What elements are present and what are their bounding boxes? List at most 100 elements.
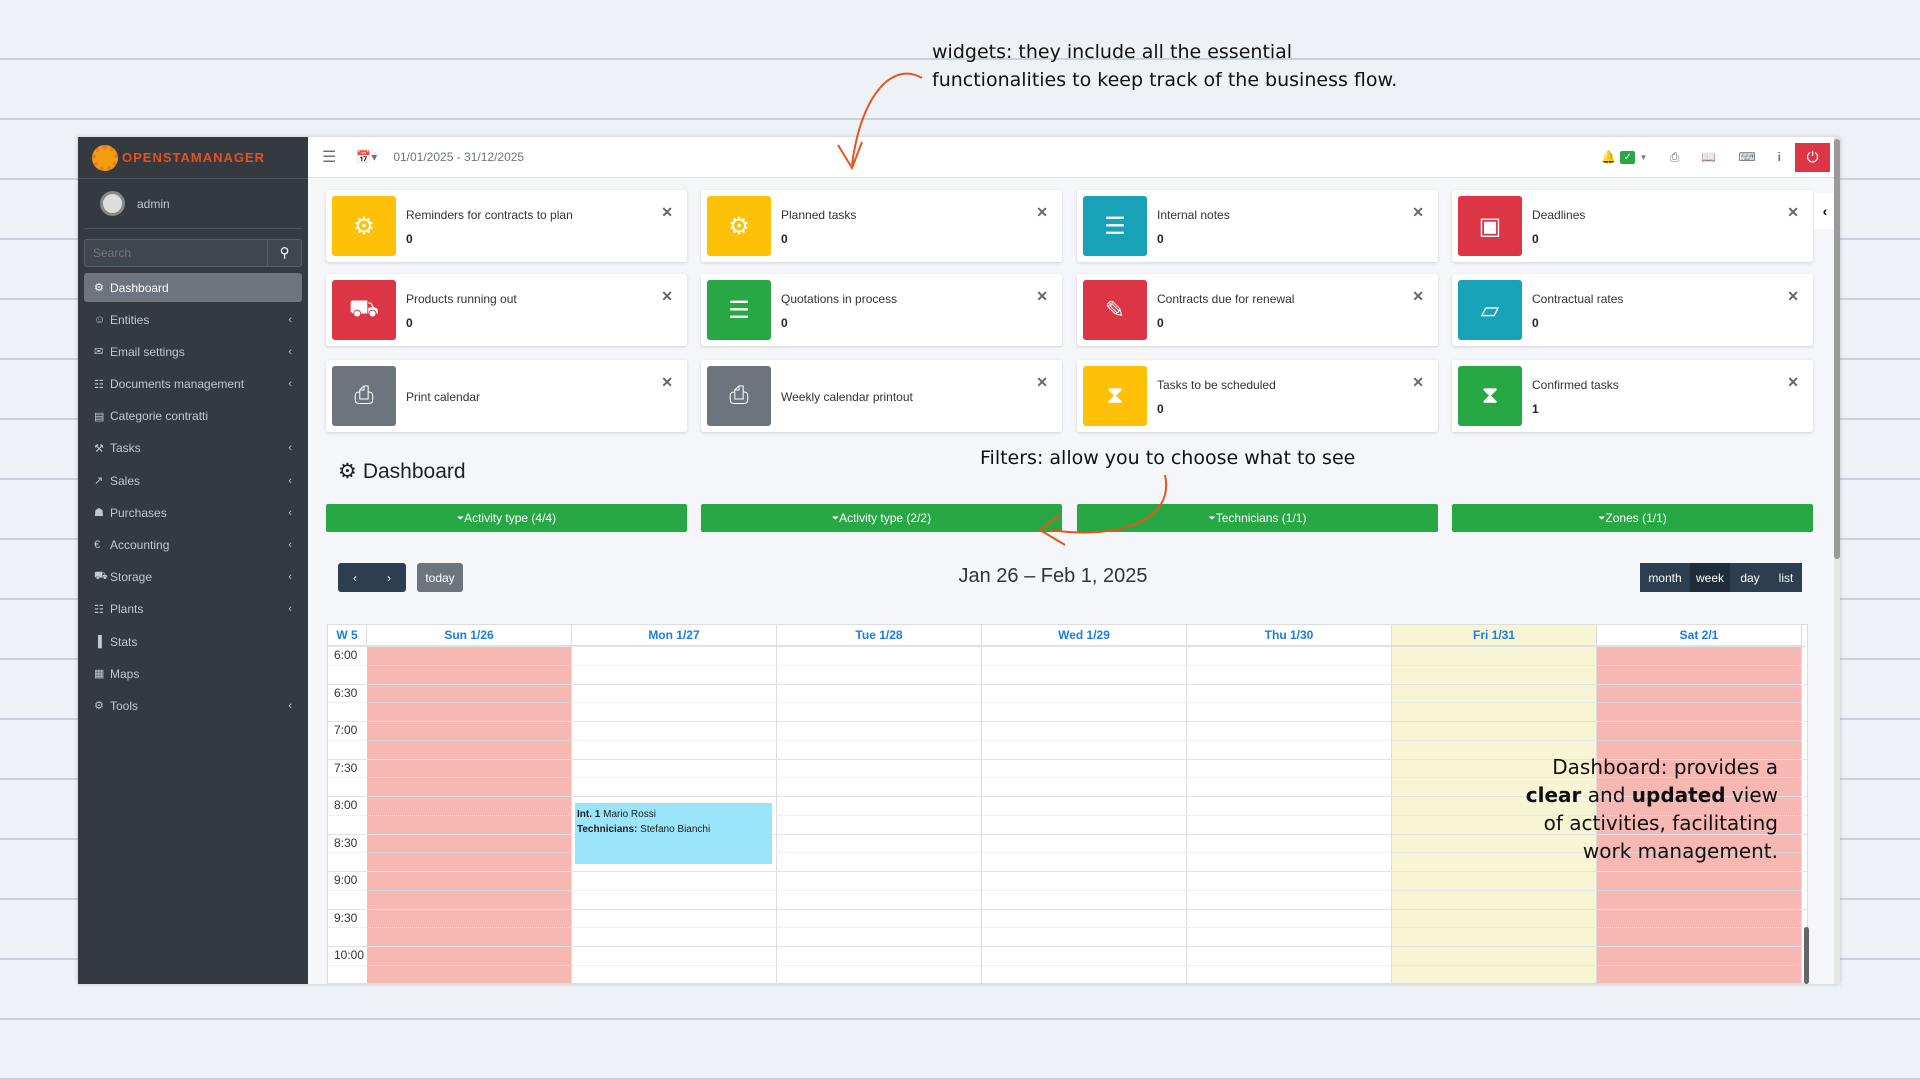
widget-internal-notes[interactable]: ☰ Internal notes 0 ✕ — [1077, 190, 1438, 262]
caret-down-icon[interactable]: ▾ — [1641, 152, 1646, 163]
widget-reminders-for-contracts-to-plan[interactable]: ⚙ Reminders for contracts to plan 0 ✕ — [326, 190, 687, 262]
sidebar-item-categorie-contratti[interactable]: ▤ Categorie contratti — [84, 402, 302, 431]
close-icon[interactable]: ✕ — [1787, 204, 1799, 221]
close-icon[interactable]: ✕ — [1036, 288, 1048, 305]
widget-confirmed-tasks[interactable]: ⧗ Confirmed tasks 1 ✕ — [1452, 360, 1813, 432]
envelope-icon: ✉ — [94, 346, 104, 359]
widget-print-calendar[interactable]: ⎙ Print calendar ✕ — [326, 360, 687, 432]
logo[interactable]: OPENSTAMANAGER — [78, 137, 308, 179]
book-icon[interactable]: 📖 — [1701, 150, 1716, 164]
close-icon[interactable]: ✕ — [1412, 204, 1424, 221]
view-day-button[interactable]: day — [1730, 563, 1770, 592]
chevron-left-icon: ‹ — [288, 699, 292, 712]
sidebar-item-label: Documents management — [110, 377, 245, 392]
widget-deadlines[interactable]: ▣ Deadlines 0 ✕ — [1452, 190, 1813, 262]
money-icon: ▣ — [1458, 196, 1522, 256]
today-button[interactable]: today — [417, 563, 463, 592]
calendar-dropdown-icon[interactable]: 📅▾ — [356, 150, 377, 164]
search-input[interactable] — [85, 240, 267, 266]
user-panel[interactable]: admin — [84, 179, 302, 229]
sidebar-item-email-settings[interactable]: ✉ Email settings ‹ — [84, 337, 302, 366]
menu-toggle-icon[interactable]: ☰ — [322, 147, 336, 167]
close-icon[interactable]: ✕ — [661, 204, 673, 221]
bell-icon[interactable]: 🔔 — [1601, 150, 1616, 164]
prev-button[interactable]: ‹ — [338, 563, 372, 592]
day-header[interactable]: Tue 1/28 — [777, 625, 982, 646]
close-icon[interactable]: ✕ — [1412, 288, 1424, 305]
time-label: 7:30 — [334, 760, 358, 775]
time-slot-row — [328, 721, 1807, 722]
annotation-bold: clear — [1525, 783, 1582, 807]
widget-quotations-in-process[interactable]: ☰ Quotations in process 0 ✕ — [701, 274, 1062, 346]
sitemap-icon: ☷ — [94, 603, 104, 616]
sidebar-item-label: Categorie contratti — [110, 409, 209, 424]
day-header[interactable]: Thu 1/30 — [1187, 625, 1392, 646]
day-header[interactable]: Mon 1/27 — [572, 625, 777, 646]
period-selector[interactable]: 01/01/2025 - 31/12/2025 — [393, 150, 524, 164]
collapse-right-panel-button[interactable]: ‹ — [1814, 193, 1836, 229]
check-icon[interactable]: ✓ — [1620, 150, 1636, 164]
widget-products-running-out[interactable]: ⛟ Products running out 0 ✕ — [326, 274, 687, 346]
sidebar-item-label: Stats — [110, 634, 138, 649]
sidebar-item-tools[interactable]: ⚙ Tools ‹ — [84, 691, 302, 720]
day-header[interactable]: Sun 1/26 — [367, 625, 572, 646]
close-icon[interactable]: ✕ — [1036, 374, 1048, 391]
sidebar-item-maps[interactable]: ▦ Maps — [84, 659, 302, 688]
sidebar-item-purchases[interactable]: ☗ Purchases ‹ — [84, 498, 302, 527]
time-slot-half-row — [328, 702, 1807, 704]
sidebar-item-documents-management[interactable]: ☷ Documents management ‹ — [84, 370, 302, 399]
filter-button[interactable]: ⏷ Activity type (2/2) — [701, 504, 1062, 532]
event-title: Int. 1 Mario Rossi — [577, 807, 770, 822]
print-icon[interactable]: ⎙ — [1670, 150, 1680, 165]
view-list-button[interactable]: list — [1770, 563, 1802, 592]
close-icon[interactable]: ✕ — [1787, 374, 1799, 391]
calendar-scrollbar[interactable] — [1804, 927, 1809, 984]
sidebar-item-label: Purchases — [110, 505, 167, 520]
chevron-left-icon: ‹ — [288, 313, 292, 326]
next-button[interactable]: › — [372, 563, 406, 592]
day-header[interactable]: Fri 1/31 — [1392, 625, 1597, 646]
edit-icon: ✎ — [1083, 280, 1147, 340]
widget-title: Weekly calendar printout — [781, 390, 913, 404]
sidebar-item-sales[interactable]: ↗ Sales ‹ — [84, 466, 302, 495]
close-icon[interactable]: ✕ — [1412, 374, 1424, 391]
view-week-button[interactable]: week — [1690, 563, 1730, 592]
scrollbar[interactable] — [1834, 137, 1840, 984]
sidebar-item-storage[interactable]: ⛟ Storage ‹ — [84, 563, 302, 592]
filter-button[interactable]: ⏷ Activity type (4/4) — [326, 504, 687, 532]
close-icon[interactable]: ✕ — [1036, 204, 1048, 221]
widget-value: 0 — [1157, 402, 1164, 416]
filter-label: Activity type (4/4) — [464, 511, 557, 525]
widget-planned-tasks[interactable]: ⚙ Planned tasks 0 ✕ — [701, 190, 1062, 262]
annotation-arrow-icon — [1038, 474, 1168, 546]
close-icon[interactable]: ✕ — [661, 374, 673, 391]
filter-button[interactable]: ⏷ Zones (1/1) — [1452, 504, 1813, 532]
view-month-button[interactable]: month — [1640, 563, 1690, 592]
event-id: Int. 1 — [577, 809, 601, 820]
day-header[interactable]: Sat 2/1 — [1597, 625, 1802, 646]
sidebar-item-plants[interactable]: ☷ Plants ‹ — [84, 595, 302, 624]
close-icon[interactable]: ✕ — [661, 288, 673, 305]
annotation-line: work management. — [1582, 839, 1778, 863]
print-icon: ⎙ — [707, 366, 771, 426]
info-icon[interactable]: i — [1778, 150, 1781, 164]
search-button[interactable]: ⚲ — [267, 240, 301, 266]
annotation-line: clear and updated view — [1450, 781, 1778, 809]
widget-contracts-due-for-renewal[interactable]: ✎ Contracts due for renewal 0 ✕ — [1077, 274, 1438, 346]
widget-contractual-rates[interactable]: ▱ Contractual rates 0 ✕ — [1452, 274, 1813, 346]
day-header[interactable]: Wed 1/29 — [982, 625, 1187, 646]
widget-weekly-calendar-printout[interactable]: ⎙ Weekly calendar printout ✕ — [701, 360, 1062, 432]
calendar-event[interactable]: Int. 1 Mario Rossi Technicians: Stefano B… — [574, 802, 773, 865]
sidebar-item-stats[interactable]: ▐ Stats — [84, 627, 302, 656]
sidebar-item-dashboard[interactable]: ⚙ Dashboard — [84, 273, 302, 302]
close-icon[interactable]: ✕ — [1787, 288, 1799, 305]
logout-button[interactable]: ⏻ — [1795, 142, 1830, 172]
time-label: 6:30 — [334, 685, 358, 700]
sidebar-item-entities[interactable]: ☺ Entities ‹ — [84, 305, 302, 334]
annotation-line: functionalities to keep track of the bus… — [932, 69, 1398, 91]
sidebar-item-label: Tools — [110, 698, 139, 713]
sidebar-item-tasks[interactable]: ⚒ Tasks ‹ — [84, 434, 302, 463]
widget-tasks-to-be-scheduled[interactable]: ⧗ Tasks to be scheduled 0 ✕ — [1077, 360, 1438, 432]
sidebar-item-accounting[interactable]: € Accounting ‹ — [84, 531, 302, 560]
keyboard-icon[interactable]: ⌨ — [1738, 150, 1755, 164]
